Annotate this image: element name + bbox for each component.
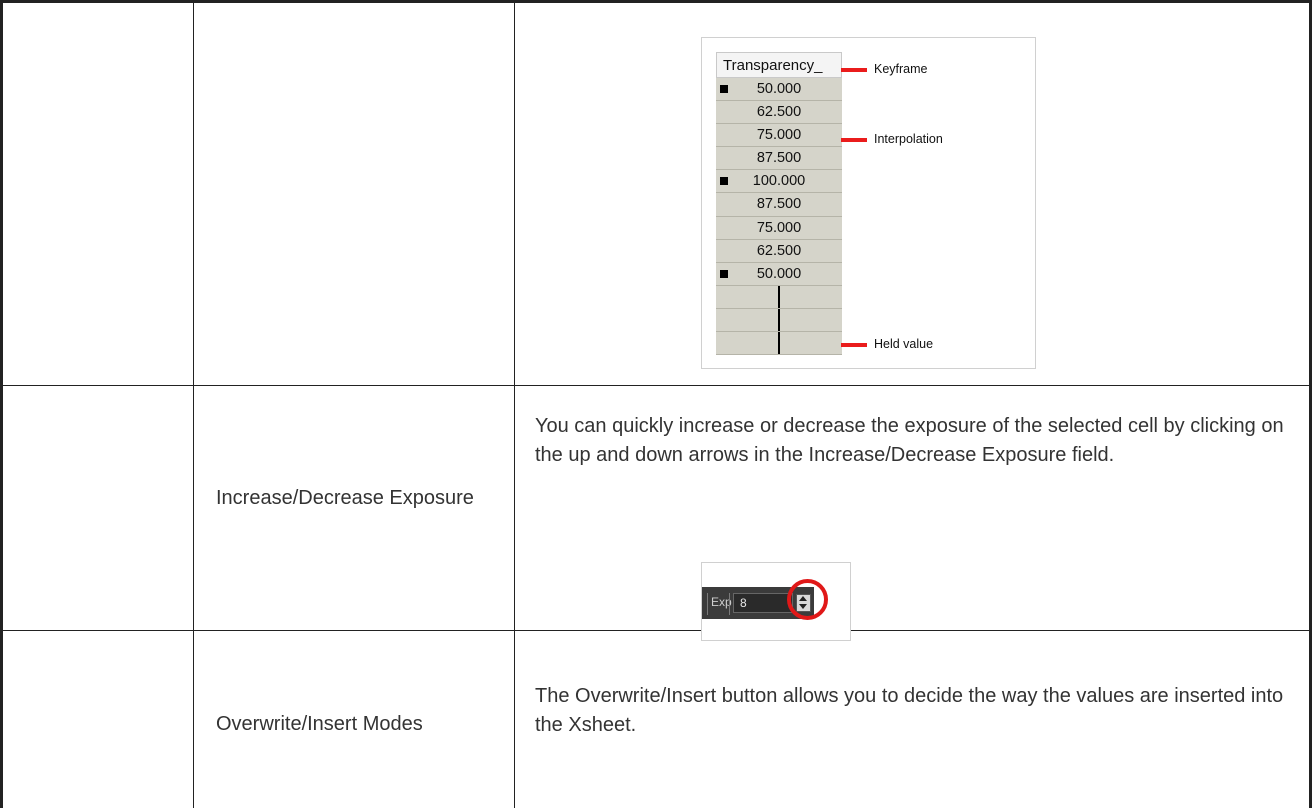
cell-value: 75.000 [756, 219, 802, 236]
table-row: Increase/Decrease Exposure You can quick… [0, 385, 1312, 631]
icon-cell [0, 0, 194, 386]
cell-value: 50.000 [756, 265, 802, 282]
held-value-callout-label: Held value [874, 337, 934, 351]
column-cell[interactable]: 87.500 [716, 193, 842, 217]
cell-value: 87.500 [756, 150, 802, 167]
column-cell[interactable]: 62.500 [716, 101, 842, 125]
cell-value: 62.500 [756, 242, 802, 259]
interpolation-callout-line [841, 138, 867, 142]
feature-name: Overwrite/Insert Modes [216, 713, 423, 735]
exposure-widget-image: Exp 8 [701, 562, 851, 641]
table-row [0, 0, 1312, 386]
column-cell[interactable]: 50.000 [716, 78, 842, 102]
cell-value: 75.000 [756, 127, 802, 144]
feature-description: You can quickly increase or decrease the… [535, 415, 1284, 466]
column-cell[interactable] [716, 285, 842, 309]
interpolation-callout-label: Interpolation [874, 132, 943, 146]
column-cell[interactable]: 62.500 [716, 239, 842, 263]
exposure-field[interactable]: 8 [733, 593, 793, 613]
highlight-circle [787, 579, 828, 620]
transparency-column-image: Transparency_ 50.000 62.500 75.000 87.500 10… [701, 37, 1036, 369]
xsheet-column: Transparency_ 50.000 62.500 75.000 87.500 10… [716, 52, 842, 356]
feature-description: The Overwrite/Insert button allows you t… [535, 685, 1284, 736]
description-cell: You can quickly increase or decrease the… [514, 385, 1312, 631]
column-cell[interactable]: 75.000 [716, 216, 842, 240]
column-cell[interactable] [716, 308, 842, 333]
cell-value: 100.000 [752, 173, 806, 190]
icon-cell [0, 630, 194, 808]
held-value-callout-line [841, 343, 867, 347]
held-value-line [778, 285, 780, 308]
name-cell [193, 0, 515, 386]
column-header: Transparency_ [716, 52, 842, 78]
cell-value: 50.000 [756, 81, 802, 97]
table-row: Overwrite/Insert Modes The Overwrite/Ins… [0, 630, 1312, 808]
column-cell[interactable] [716, 332, 842, 356]
column-cell[interactable]: 50.000 [716, 262, 842, 286]
feature-name: Increase/Decrease Exposure [216, 487, 474, 509]
cell-value: 62.500 [756, 104, 802, 121]
name-cell: Overwrite/Insert Modes [193, 630, 515, 808]
column-cell[interactable]: 100.000 [716, 170, 842, 194]
icon-cell [0, 385, 194, 631]
held-value-line [778, 308, 780, 332]
feature-table: Increase/Decrease Exposure You can quick… [0, 0, 1312, 808]
toolbar-separator [729, 593, 730, 615]
name-cell: Increase/Decrease Exposure [193, 385, 515, 631]
column-cell[interactable]: 87.500 [716, 147, 842, 171]
toolbar-separator [707, 593, 708, 615]
held-value-line [778, 332, 780, 355]
keyframe-callout-line [841, 68, 867, 72]
cell-value: 87.500 [756, 196, 802, 213]
column-cell[interactable]: 75.000 [716, 124, 842, 148]
keyframe-callout-label: Keyframe [874, 62, 928, 76]
description-cell: The Overwrite/Insert button allows you t… [514, 630, 1312, 808]
